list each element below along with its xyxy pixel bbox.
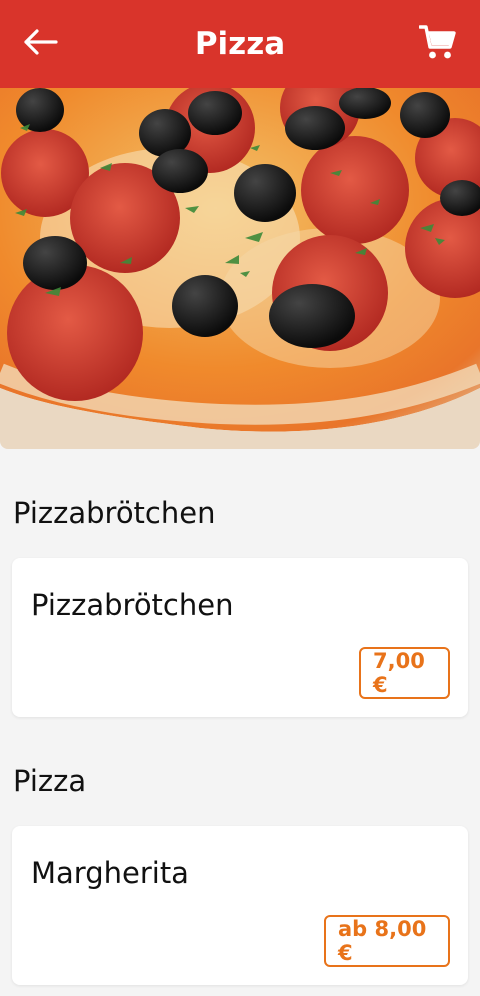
section-title-pizza: Pizza [13,764,87,798]
menu-item-card[interactable]: Pizzabrötchen 7,00 € [12,558,468,717]
price-button[interactable]: 7,00 € [359,647,450,699]
price-button[interactable]: ab 8,00 € [324,915,450,967]
shopping-cart-icon [419,25,456,59]
menu-item-name: Pizzabrötchen [31,588,234,622]
cart-button[interactable] [418,22,458,62]
menu-item-name: Margherita [31,856,189,890]
page-title: Pizza [194,26,286,62]
back-button[interactable] [20,24,60,60]
section-title-pizzabroetchen: Pizzabrötchen [13,496,216,530]
app-header: Pizza [0,0,480,88]
arrow-left-icon [24,29,58,55]
menu-item-card[interactable]: Margherita ab 8,00 € [12,826,468,985]
pizza-photo [0,88,480,449]
hero-image [0,88,480,449]
